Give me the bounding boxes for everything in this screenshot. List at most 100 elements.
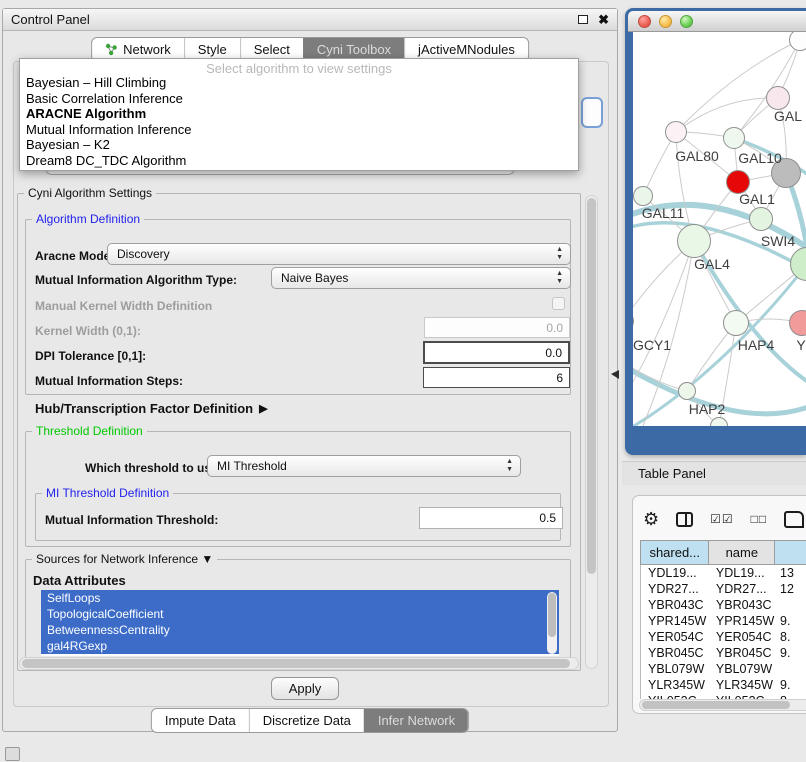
group-title: Algorithm Definition: [32, 212, 144, 226]
select-all-columns-icon[interactable]: ☑☑: [710, 512, 734, 526]
gear-icon[interactable]: ⚙: [643, 510, 659, 528]
tab-label: Network: [123, 42, 171, 57]
data-attribute-item[interactable]: TopologicalCoefficient: [41, 606, 559, 622]
close-icon[interactable]: ✖: [598, 13, 609, 26]
data-attributes-label: Data Attributes: [33, 573, 126, 588]
table-cell: 13: [775, 566, 806, 580]
table-cell: YDR27...: [641, 582, 709, 596]
node-table: shared... name YDL19...YDL19...13YDR27..…: [640, 540, 806, 699]
table-toolbar: ⚙ ☑☑ □□: [643, 505, 804, 533]
table-mode-icon[interactable]: [784, 511, 804, 528]
table-row[interactable]: YPR145WYPR145W9.: [641, 613, 806, 629]
stepper-arrows-icon: ▲▼: [556, 246, 563, 262]
column-header-shared-name[interactable]: shared...: [641, 541, 708, 564]
table-row[interactable]: YBR043CYBR043C: [641, 597, 806, 613]
manual-kernel-label: Manual Kernel Width Definition: [35, 299, 212, 313]
mi-type-select[interactable]: Naive Bayes ▲▼: [271, 267, 571, 289]
network-node-label: HAP4: [738, 337, 775, 353]
tab-impute-data[interactable]: Impute Data: [152, 709, 249, 732]
network-node[interactable]: [678, 382, 696, 400]
control-panel-titlebar: Control Panel ✖: [3, 9, 617, 31]
table-row[interactable]: YDL19...YDL19...13: [641, 565, 806, 581]
tab-infer-network[interactable]: Infer Network: [364, 709, 468, 732]
mi-steps-input[interactable]: 6: [423, 367, 570, 388]
kernel-width-input[interactable]: 0.0: [424, 317, 570, 338]
table-row[interactable]: YBR045CYBR045C9.: [641, 645, 806, 661]
table-cell: YLR345W: [641, 678, 709, 692]
table-body: YDL19...YDL19...13YDR27...YDR27...12YBR0…: [640, 565, 806, 699]
data-attributes-list[interactable]: SelfLoopsTopologicalCoefficientBetweenne…: [41, 590, 559, 656]
table-cell: YDR27...: [709, 582, 775, 596]
network-node[interactable]: [665, 121, 687, 143]
algorithm-option[interactable]: Bayesian – K2: [20, 137, 578, 153]
column-header-name[interactable]: name: [708, 541, 774, 564]
tab-label: Impute Data: [165, 713, 236, 728]
mi-type-value: Naive Bayes: [281, 271, 348, 285]
tab-discretize-data[interactable]: Discretize Data: [249, 709, 364, 732]
table-cell: 9.: [775, 678, 806, 692]
dropdown-options: Bayesian – Hill ClimbingBasic Correlatio…: [20, 75, 578, 169]
tab-label: jActiveMNodules: [418, 42, 515, 57]
table-cell: YBL079W: [641, 662, 709, 676]
apply-button[interactable]: Apply: [271, 677, 339, 700]
restore-icon[interactable]: [578, 15, 588, 24]
data-attribute-item[interactable]: BetweennessCentrality: [41, 622, 559, 638]
table-cell: 8.: [775, 630, 806, 644]
algorithm-option[interactable]: Dream8 DC_TDC Algorithm: [20, 153, 578, 169]
table-row[interactable]: YLR345WYLR345W9.: [641, 677, 806, 693]
which-threshold-value: MI Threshold: [217, 459, 287, 473]
manual-kernel-checkbox[interactable]: [552, 297, 565, 310]
algorithm-option[interactable]: Basic Correlation Inference: [20, 91, 578, 107]
network-node[interactable]: [677, 224, 711, 258]
mi-steps-label: Mutual Information Steps:: [35, 374, 183, 388]
close-traffic-light-icon[interactable]: [638, 15, 651, 28]
mi-threshold-value: 0.5: [539, 511, 556, 525]
mi-threshold-input[interactable]: 0.5: [419, 507, 563, 529]
hub-factor-expander[interactable]: Hub/Transcription Factor Definition ▶: [35, 401, 268, 416]
data-attribute-item[interactable]: gal4RGexp: [41, 638, 559, 654]
network-icon: [105, 43, 118, 56]
columns-icon[interactable]: [676, 512, 693, 527]
table-cell: YER054C: [641, 630, 709, 644]
which-threshold-select[interactable]: MI Threshold ▲▼: [207, 455, 521, 477]
dpi-tolerance-input[interactable]: 0.0: [423, 341, 570, 364]
control-panel-window: Control Panel ✖ Network Style Select: [2, 8, 618, 732]
group-title: Sources for Network Inference ▼: [32, 552, 217, 566]
table-row[interactable]: YER054CYER054C8.: [641, 629, 806, 645]
network-node[interactable]: [723, 127, 745, 149]
algorithm-dropdown-popup: Select algorithm to view settings Bayesi…: [19, 58, 579, 171]
dpi-tolerance-label: DPI Tolerance [0,1]:: [35, 349, 146, 363]
network-node[interactable]: [633, 186, 653, 206]
network-node-label: GAL1: [739, 191, 775, 207]
settings-vertical-scrollbar[interactable]: [585, 195, 598, 669]
table-row[interactable]: YDR27...YDR27...12: [641, 581, 806, 597]
algorithm-option[interactable]: ARACNE Algorithm: [20, 106, 578, 122]
algorithm-option[interactable]: Mutual Information Inference: [20, 122, 578, 138]
column-header-clipped[interactable]: [774, 541, 806, 564]
table-cell: YLR345W: [709, 678, 775, 692]
deselect-all-columns-icon[interactable]: □□: [751, 512, 768, 526]
sources-title: Sources for Network Inference: [36, 552, 198, 566]
zoom-traffic-light-icon[interactable]: [680, 15, 693, 28]
expander-expanded-icon[interactable]: ▼: [201, 552, 213, 566]
network-node-label: GAL10: [738, 150, 782, 166]
settings-horizontal-scrollbar[interactable]: [19, 657, 579, 670]
network-window-titlebar[interactable]: [628, 11, 806, 32]
network-node[interactable]: [749, 207, 773, 231]
hub-factor-label: Hub/Transcription Factor Definition: [35, 401, 253, 416]
data-attribute-item[interactable]: SelfLoops: [41, 590, 559, 606]
network-node[interactable]: [723, 310, 749, 336]
table-horizontal-scrollbar[interactable]: [639, 699, 806, 711]
network-node-label: GAL11: [642, 205, 685, 221]
table-panel-titlebar: Table Panel: [622, 461, 806, 485]
algorithm-option[interactable]: Bayesian – Hill Climbing: [20, 75, 578, 91]
mouse-cursor: [611, 370, 619, 379]
network-canvas[interactable]: GALGAL80GAL10GAL1GAL11SWI4GAL4GCY1HAP4YH…: [633, 32, 806, 426]
table-row[interactable]: YBL079WYBL079W: [641, 661, 806, 677]
aracne-mode-select[interactable]: Discovery ▲▼: [107, 243, 571, 265]
minimize-traffic-light-icon[interactable]: [659, 15, 672, 28]
network-node[interactable]: [766, 86, 790, 110]
table-cell: 12: [775, 582, 806, 596]
dock-handle-button[interactable]: [5, 747, 20, 761]
attributes-scrollbar[interactable]: [547, 592, 557, 654]
